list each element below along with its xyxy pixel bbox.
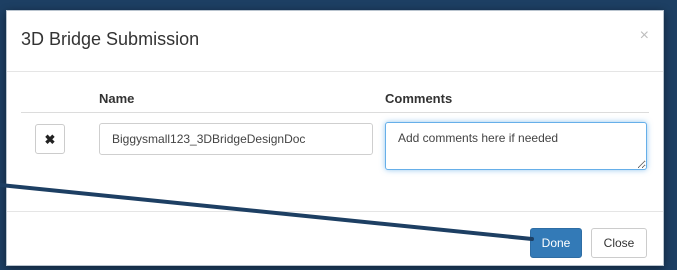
- done-button[interactable]: Done: [530, 228, 582, 258]
- close-button[interactable]: Close: [591, 228, 647, 258]
- name-column-header: Name: [99, 91, 135, 106]
- comments-column-header: Comments: [385, 91, 453, 106]
- comments-textarea[interactable]: Add comments here if needed: [385, 122, 647, 170]
- remove-row-button[interactable]: ✖: [35, 124, 65, 154]
- remove-icon: ✖: [44, 131, 56, 147]
- submission-dialog: 3D Bridge Submission × Name Comments ✖ A…: [6, 10, 664, 266]
- table-divider: [21, 112, 649, 113]
- dialog-title: 3D Bridge Submission: [21, 29, 200, 49]
- footer-divider: [7, 211, 663, 212]
- name-input[interactable]: [99, 123, 373, 155]
- dialog-header: 3D Bridge Submission ×: [7, 11, 663, 72]
- close-icon[interactable]: ×: [640, 27, 649, 45]
